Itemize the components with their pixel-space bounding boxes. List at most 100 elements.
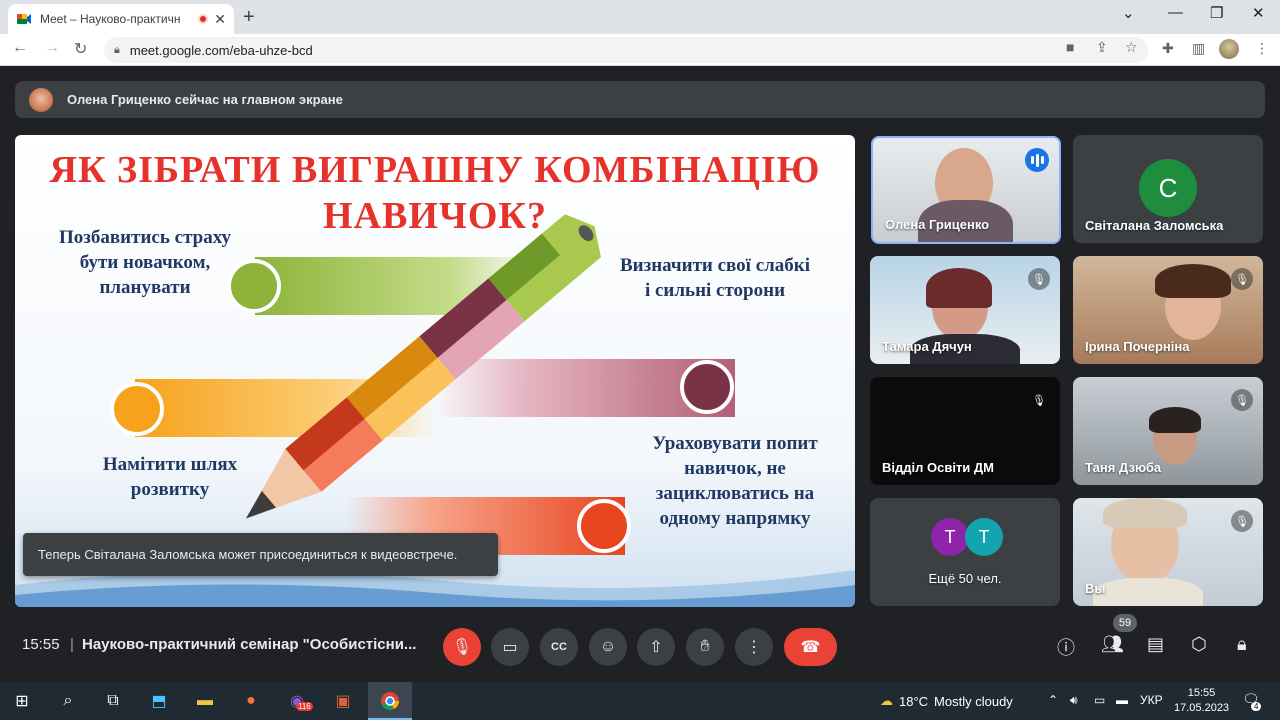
microsoft-store-icon[interactable]: ⬒ bbox=[148, 690, 170, 712]
slide-text-line: навичок, не bbox=[684, 458, 786, 479]
meeting-controls-bar: 15:55 | Науково-практичний семінар "Особ… bbox=[0, 614, 1280, 682]
presenting-banner: Олена Гриценко сейчас на главном экране bbox=[15, 81, 1265, 118]
host-controls-lock-icon[interactable]: 🔒︎ bbox=[1237, 634, 1247, 655]
slide-text-top-right: Визначити свої слабкі і сильні сторони bbox=[590, 253, 840, 303]
chat-icon[interactable]: ▤ bbox=[1147, 634, 1164, 655]
close-window-icon[interactable]: ✕ bbox=[1252, 4, 1265, 22]
participant-video bbox=[1149, 407, 1201, 433]
more-participants-tile[interactable]: Т Т Ещё 50 чел. bbox=[870, 498, 1060, 606]
slide-text-line: Позбавитись страху bbox=[59, 227, 231, 248]
more-participants-label: Ещё 50 чел. bbox=[928, 571, 1002, 586]
more-vert-icon: ⋮ bbox=[746, 639, 762, 656]
activities-icon[interactable]: ⬡ bbox=[1191, 634, 1207, 655]
participant-avatar: Т bbox=[931, 518, 969, 556]
more-options-button[interactable]: ⋮ bbox=[735, 628, 773, 666]
side-panel-icon[interactable]: ▥ bbox=[1192, 40, 1205, 57]
muted-mic-icon: 🎙︎ bbox=[1231, 389, 1253, 411]
participant-tile-viddil[interactable]: 🎙︎ Відділ Освіти ДМ bbox=[870, 377, 1060, 485]
self-view-tile[interactable]: 🎙︎ Вы bbox=[1073, 498, 1263, 606]
browser-tab-meet[interactable]: Meet – Науково-практичн ✕ bbox=[8, 4, 234, 34]
captions-button[interactable]: CC bbox=[540, 628, 578, 666]
slide-text-line: Ураховувати попит bbox=[652, 433, 818, 454]
address-bar[interactable]: 🔒︎ meet.google.com/eba-uhze-bcd bbox=[104, 37, 1148, 63]
participant-avatar: Т bbox=[965, 518, 1003, 556]
reload-icon[interactable]: ↻ bbox=[74, 39, 87, 59]
new-tab-icon[interactable]: + bbox=[243, 6, 255, 29]
url-text: meet.google.com/eba-uhze-bcd bbox=[129, 42, 313, 58]
share-icon[interactable]: ⇪ bbox=[1096, 39, 1108, 56]
participant-avatar: С bbox=[1139, 159, 1197, 217]
leave-call-button[interactable]: ☎︎ bbox=[784, 628, 837, 666]
muted-mic-icon: 🎙︎ bbox=[1231, 510, 1253, 532]
muted-mic-icon: 🎙︎ bbox=[1231, 268, 1253, 290]
meeting-info-icon[interactable]: ⓘ bbox=[1057, 634, 1075, 660]
participant-tile-olena[interactable]: Олена Гриценко bbox=[871, 136, 1061, 244]
weather-desc: Mostly cloudy bbox=[934, 693, 1013, 709]
participant-name: Вы bbox=[1085, 581, 1106, 596]
search-icon[interactable]: ⌕ bbox=[57, 690, 79, 712]
browser-toolbar: ← → ↻ 🔒︎ meet.google.com/eba-uhze-bcd ■ … bbox=[0, 34, 1280, 66]
people-icon[interactable]: 👥︎ bbox=[1101, 634, 1124, 655]
slide-text-line: одному напрямку bbox=[659, 508, 811, 529]
presentation-app-icon[interactable]: ▣ bbox=[332, 690, 354, 712]
mic-toggle-button[interactable]: 🎙︎ bbox=[443, 628, 481, 666]
tab-title: Meet – Науково-практичн bbox=[40, 12, 181, 26]
viber-badge: 116 bbox=[296, 702, 313, 711]
cloud-icon: ☁ bbox=[880, 693, 893, 708]
camera-in-use-icon[interactable]: ■ bbox=[1066, 39, 1074, 55]
slide-text-line: і сильні сторони bbox=[644, 280, 786, 301]
muted-mic-icon: 🎙︎ bbox=[1028, 268, 1050, 290]
mic-off-icon: 🎙︎ bbox=[451, 639, 473, 656]
reactions-button[interactable]: ☺ bbox=[589, 628, 627, 666]
tray-chevron-icon[interactable]: ⌃ bbox=[1048, 693, 1058, 707]
language-indicator[interactable]: УКР bbox=[1140, 693, 1163, 707]
weather-temp: 18°C bbox=[899, 693, 929, 709]
participant-tile-tamara[interactable]: 🎙︎ Тамара Дячун bbox=[870, 256, 1060, 364]
bookmark-star-icon[interactable]: ☆ bbox=[1125, 39, 1138, 56]
notification-count: 4 bbox=[1251, 702, 1262, 711]
windows-start-icon[interactable]: ⊞ bbox=[11, 690, 33, 712]
task-view-icon[interactable]: ⧉ bbox=[102, 690, 124, 712]
camera-toggle-button[interactable]: ▭ bbox=[491, 628, 529, 666]
minimize-icon[interactable]: — bbox=[1168, 4, 1183, 21]
tab-close-icon[interactable]: ✕ bbox=[214, 11, 226, 28]
participant-tile-svitalana[interactable]: С Світалана Заломська bbox=[1073, 135, 1263, 243]
chrome-menu-icon[interactable]: ⋮ bbox=[1255, 40, 1269, 57]
browser-tab-bar: Meet – Науково-практичн ✕ + ⌄ — ❐ ✕ bbox=[0, 0, 1280, 34]
forward-icon[interactable]: → bbox=[44, 39, 60, 57]
meeting-title: Науково-практичний семінар "Особистісни.… bbox=[82, 636, 417, 653]
slide-text-middle-left: Намітити шлях розвитку bbox=[70, 452, 270, 502]
hand-icon: ✋︎ bbox=[700, 638, 710, 655]
tab-search-chevron-icon[interactable]: ⌄ bbox=[1122, 4, 1135, 22]
lock-icon: 🔒︎ bbox=[114, 43, 120, 56]
extensions-icon[interactable]: ✚ bbox=[1162, 40, 1174, 57]
battery-icon[interactable]: ▬ bbox=[1116, 693, 1128, 707]
file-explorer-icon[interactable]: ▬ bbox=[194, 690, 216, 712]
participant-tile-tanya[interactable]: 🎙︎ Таня Дзюба bbox=[1073, 377, 1263, 485]
participant-video bbox=[1093, 578, 1203, 606]
maximize-icon[interactable]: ❐ bbox=[1210, 4, 1223, 22]
weather-widget[interactable]: ☁ 18°C Mostly cloudy bbox=[880, 693, 1013, 709]
slide-text-middle-right: Ураховувати попит навичок, не зациклюват… bbox=[620, 431, 850, 531]
slide-text-line: зациклюватись на bbox=[655, 483, 815, 504]
slide-text-line: Визначити свої слабкі bbox=[619, 255, 811, 276]
chrome-icon[interactable] bbox=[379, 690, 401, 712]
present-button[interactable]: ⇧ bbox=[637, 628, 675, 666]
back-icon[interactable]: ← bbox=[12, 39, 28, 57]
raise-hand-button[interactable]: ✋︎ bbox=[686, 628, 724, 666]
participant-name: Тамара Дячун bbox=[882, 339, 972, 354]
profile-avatar[interactable] bbox=[1219, 39, 1239, 59]
meeting-time: 15:55 bbox=[22, 636, 60, 653]
orange-dot bbox=[110, 382, 164, 436]
participant-name: Олена Гриценко bbox=[885, 217, 990, 232]
presenter-avatar bbox=[29, 87, 53, 112]
firefox-icon[interactable]: ● bbox=[240, 690, 262, 712]
participant-name: Світалана Заломська bbox=[1085, 218, 1224, 233]
volume-icon[interactable]: 🔊︎ bbox=[1070, 693, 1078, 708]
network-icon[interactable]: ▭ bbox=[1094, 693, 1105, 707]
hangup-icon: ☎︎ bbox=[800, 639, 821, 656]
system-clock[interactable]: 15:55 17.05.2023 bbox=[1174, 686, 1229, 716]
participant-tile-iryna[interactable]: 🎙︎ Ірина Почерніна bbox=[1073, 256, 1263, 364]
join-notification-toast: Теперь Світалана Заломська может присоед… bbox=[23, 533, 498, 576]
emoji-icon: ☺ bbox=[599, 638, 617, 655]
